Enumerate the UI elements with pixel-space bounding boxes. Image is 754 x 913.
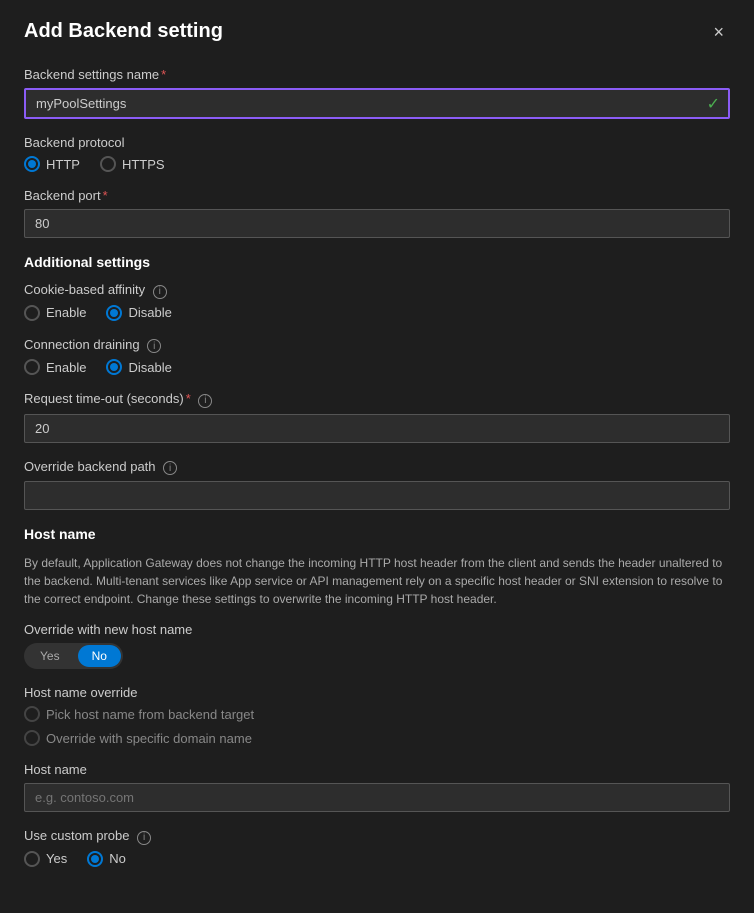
request-timeout-label: Request time-out (seconds)* i <box>24 391 730 408</box>
backend-port-input[interactable] <box>24 209 730 238</box>
host-name-section: Host name By default, Application Gatewa… <box>24 526 730 867</box>
pick-host-name-option[interactable]: Pick host name from backend target <box>24 706 730 722</box>
port-required-star: * <box>103 188 108 203</box>
backend-port-input-wrapper <box>24 209 730 238</box>
use-custom-probe-group: Use custom probe i Yes No <box>24 828 730 867</box>
check-icon: ✓ <box>707 94 720 114</box>
host-name-description: By default, Application Gateway does not… <box>24 554 730 608</box>
cookie-affinity-radio-group: Enable Disable <box>24 305 730 321</box>
protocol-https-radio[interactable] <box>100 156 116 172</box>
override-backend-path-group: Override backend path i <box>24 459 730 511</box>
cookie-affinity-disable-radio[interactable] <box>106 305 122 321</box>
backend-port-group: Backend port* <box>24 188 730 238</box>
connection-draining-group: Connection draining i Enable Disable <box>24 337 730 376</box>
connection-draining-enable-label: Enable <box>46 360 86 375</box>
cookie-affinity-label: Cookie-based affinity i <box>24 282 730 299</box>
cookie-affinity-group: Cookie-based affinity i Enable Disable <box>24 282 730 321</box>
host-name-field-group: Host name <box>24 762 730 812</box>
override-specific-domain-label: Override with specific domain name <box>46 731 252 746</box>
override-host-name-no-button[interactable]: No <box>78 645 121 667</box>
connection-draining-enable-radio[interactable] <box>24 359 40 375</box>
host-name-override-label: Host name override <box>24 685 730 700</box>
cookie-affinity-enable-label: Enable <box>46 305 86 320</box>
connection-draining-disable-radio[interactable] <box>106 359 122 375</box>
use-custom-probe-label: Use custom probe i <box>24 828 730 845</box>
override-backend-path-input[interactable] <box>24 481 730 510</box>
connection-draining-label: Connection draining i <box>24 337 730 354</box>
custom-probe-yes-option[interactable]: Yes <box>24 851 67 867</box>
pick-host-name-radio[interactable] <box>24 706 40 722</box>
cookie-affinity-disable-option[interactable]: Disable <box>106 305 171 321</box>
custom-probe-no-radio[interactable] <box>87 851 103 867</box>
backend-settings-name-input[interactable] <box>24 88 730 119</box>
connection-draining-enable-option[interactable]: Enable <box>24 359 86 375</box>
custom-probe-no-option[interactable]: No <box>87 851 126 867</box>
custom-probe-yes-label: Yes <box>46 851 67 866</box>
override-specific-domain-option[interactable]: Override with specific domain name <box>24 730 730 746</box>
backend-settings-name-label: Backend settings name* <box>24 67 730 82</box>
protocol-http-radio[interactable] <box>24 156 40 172</box>
custom-probe-yes-radio[interactable] <box>24 851 40 867</box>
custom-probe-no-label: No <box>109 851 126 866</box>
override-backend-path-info-icon[interactable]: i <box>163 461 177 475</box>
protocol-http-label: HTTP <box>46 157 80 172</box>
protocol-https-option[interactable]: HTTPS <box>100 156 165 172</box>
protocol-https-label: HTTPS <box>122 157 165 172</box>
backend-protocol-radio-group: HTTP HTTPS <box>24 156 730 172</box>
use-custom-probe-radio-group: Yes No <box>24 851 730 867</box>
additional-settings-section: Additional settings Cookie-based affinit… <box>24 254 730 510</box>
backend-settings-name-group: Backend settings name* ✓ <box>24 67 730 119</box>
request-timeout-input[interactable] <box>24 414 730 443</box>
cookie-affinity-info-icon[interactable]: i <box>153 285 167 299</box>
connection-draining-disable-label: Disable <box>128 360 171 375</box>
additional-settings-title: Additional settings <box>24 254 730 270</box>
override-host-name-label: Override with new host name <box>24 622 730 637</box>
timeout-required-star: * <box>186 391 191 406</box>
required-star: * <box>161 67 166 82</box>
cookie-affinity-disable-label: Disable <box>128 305 171 320</box>
override-host-name-group: Override with new host name Yes No <box>24 622 730 669</box>
connection-draining-disable-option[interactable]: Disable <box>106 359 171 375</box>
request-timeout-info-icon[interactable]: i <box>198 394 212 408</box>
connection-draining-radio-group: Enable Disable <box>24 359 730 375</box>
override-host-name-yes-button[interactable]: Yes <box>26 645 74 667</box>
close-button[interactable]: × <box>707 21 730 43</box>
use-custom-probe-info-icon[interactable]: i <box>137 831 151 845</box>
override-backend-path-label: Override backend path i <box>24 459 730 476</box>
panel-header: Add Backend setting × <box>24 20 730 43</box>
host-name-override-radio-group: Pick host name from backend target Overr… <box>24 706 730 746</box>
override-host-name-toggle[interactable]: Yes No <box>24 643 123 669</box>
request-timeout-group: Request time-out (seconds)* i <box>24 391 730 443</box>
override-specific-domain-radio[interactable] <box>24 730 40 746</box>
host-name-field-input[interactable] <box>24 783 730 812</box>
pick-host-name-label: Pick host name from backend target <box>46 707 254 722</box>
connection-draining-info-icon[interactable]: i <box>147 339 161 353</box>
cookie-affinity-enable-radio[interactable] <box>24 305 40 321</box>
backend-port-label: Backend port* <box>24 188 730 203</box>
cookie-affinity-enable-option[interactable]: Enable <box>24 305 86 321</box>
backend-protocol-group: Backend protocol HTTP HTTPS <box>24 135 730 172</box>
backend-settings-name-input-wrapper: ✓ <box>24 88 730 119</box>
backend-protocol-label: Backend protocol <box>24 135 730 150</box>
add-backend-setting-panel: Add Backend setting × Backend settings n… <box>0 0 754 913</box>
panel-title: Add Backend setting <box>24 20 223 43</box>
host-name-override-group: Host name override Pick host name from b… <box>24 685 730 746</box>
host-name-field-label: Host name <box>24 762 730 777</box>
protocol-http-option[interactable]: HTTP <box>24 156 80 172</box>
host-name-section-title: Host name <box>24 526 730 542</box>
